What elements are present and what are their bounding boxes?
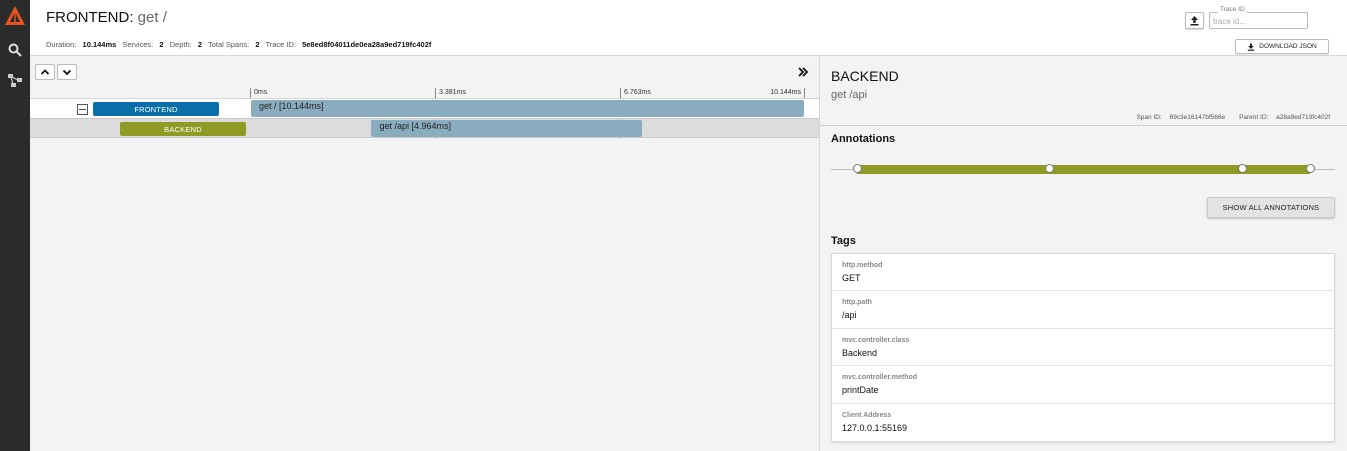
chevron-up-icon — [40, 69, 50, 75]
span-detail-header: BACKEND get /api Span ID: 69c3e16147bf56… — [820, 57, 1347, 126]
expand-all-button[interactable] — [57, 64, 77, 80]
span-bar-backend[interactable]: get /api [4.964ms] — [371, 120, 643, 137]
tag-key: mvc.controller.class — [842, 336, 910, 344]
tag-key: Client Address — [842, 411, 892, 419]
tag-item: Client Address 127.0.0.1:55169 — [832, 404, 1334, 441]
annotation-marker[interactable] — [1237, 164, 1247, 173]
tag-value: Backend — [842, 347, 878, 358]
tag-key: mvc.controller.method — [842, 374, 918, 382]
chevron-down-icon — [62, 69, 72, 76]
sidebar — [0, 0, 30, 451]
collapse-all-button[interactable] — [35, 64, 55, 80]
span-row-frontend[interactable]: FRONTEND get / [10.144ms] — [30, 98, 819, 118]
show-all-annotations-button[interactable]: SHOW ALL ANNOTATIONS — [1207, 197, 1335, 218]
span-bar-frontend[interactable]: get / [10.144ms] — [251, 100, 804, 117]
download-icon — [1248, 43, 1255, 51]
trace-id-label: Trace ID — [1218, 6, 1247, 13]
parent-id: Parent ID: a28a9ed719fc402f — [1239, 114, 1330, 121]
collapse-icon[interactable] — [77, 104, 88, 115]
tags-list: http.method GET http.path /api mvc.contr… — [831, 253, 1335, 442]
search-icon[interactable] — [7, 42, 23, 58]
span-ids: Span ID: 69c3e16147bf566e Parent ID: a28… — [1124, 114, 1330, 121]
tag-key: http.method — [842, 262, 883, 269]
dependencies-icon[interactable] — [7, 72, 23, 88]
stat-services: Services: 2 — [122, 40, 164, 49]
tag-item: mvc.controller.class Backend — [832, 329, 1334, 367]
tag-value: GET — [842, 273, 861, 283]
trace-stats: Duration: 10.144ms Services: 2 Depth: 2 … — [46, 40, 435, 49]
title-operation: get / — [137, 9, 167, 26]
tag-item: http.method GET — [832, 254, 1334, 292]
tag-value: printDate — [842, 385, 879, 396]
download-json-button[interactable]: DOWNLOAD JSON — [1235, 39, 1329, 54]
trace-id-input[interactable] — [1213, 15, 1303, 27]
tags-title: Tags — [831, 235, 856, 247]
span-detail-panel: BACKEND get /api Span ID: 69c3e16147bf56… — [819, 57, 1347, 451]
tag-item: http.path /api — [832, 291, 1334, 329]
annotation-marker[interactable] — [852, 164, 862, 173]
annotation-marker[interactable] — [1045, 164, 1055, 173]
tag-key: http.path — [842, 299, 872, 307]
tag-value: /api — [842, 310, 857, 321]
tag-value: 127.0.0.1:55169 — [842, 422, 908, 433]
upload-json-button[interactable] — [1185, 12, 1204, 29]
span-id: Span ID: 69c3e16147bf566e — [1136, 114, 1226, 121]
annotation-marker[interactable] — [1305, 164, 1315, 173]
stat-total-spans: Total Spans: 2 — [207, 40, 260, 49]
stat-trace-id: Trace ID: 5e8ed8f04011de0ea28a9ed719fc40… — [265, 40, 432, 49]
logo-icon[interactable] — [4, 5, 26, 27]
detail-operation-name: get /api — [831, 89, 868, 101]
double-chevron-right-icon[interactable] — [797, 66, 809, 78]
stat-duration: Duration: 10.144ms — [46, 40, 117, 49]
service-badge-frontend: FRONTEND — [93, 102, 219, 116]
trace-id-field: Trace ID — [1209, 6, 1308, 29]
stat-depth: Depth: 2 — [169, 40, 202, 49]
tag-item: mvc.controller.method printDate — [832, 366, 1334, 404]
detail-service-name: BACKEND — [831, 68, 899, 84]
title-service: FRONTEND — [46, 9, 130, 26]
span-row-backend[interactable]: BACKEND get /api [4.964ms] — [30, 118, 819, 139]
trace-header: FRONTEND: get / Duration: 10.144ms Servi… — [30, 0, 1347, 56]
trace-timeline: 0ms 3.381ms 6.763ms 10.144ms FRONTEND ge… — [30, 57, 819, 451]
title-separator: : — [129, 9, 138, 26]
service-badge-backend: BACKEND — [120, 122, 246, 136]
annotations-title: Annotations — [831, 133, 896, 145]
download-json-label: DOWNLOAD JSON — [1259, 43, 1317, 50]
upload-icon — [1190, 16, 1199, 26]
page-title: FRONTEND: get / — [46, 9, 167, 26]
